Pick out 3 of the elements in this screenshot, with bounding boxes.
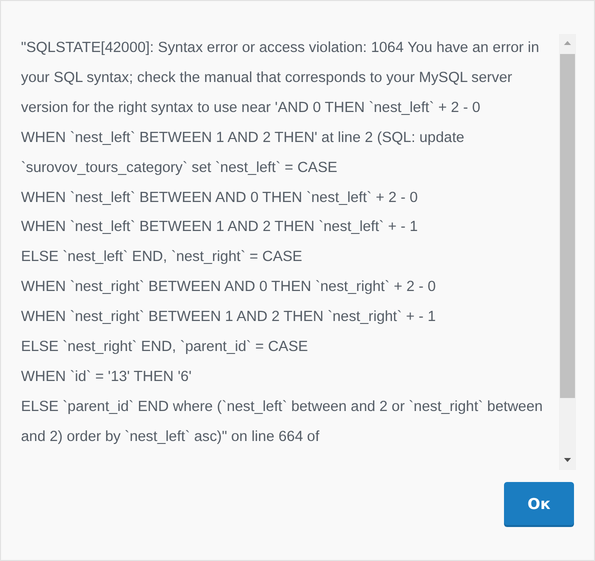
error-message: "SQLSTATE[42000]: Syntax error or access violation: 1064 You have an error in your SQL syntax; check the manual that corresponds to your MySQL server version for the right syntax to use near 'AND 0 THEN `nest_left` + 2 - 0 WHEN `nest_left` BETWEEN 1 AND 2 THEN' at line 2 (SQL: update `surovov_tours_category` set `nest_left` = CASE WHEN `nest_left` BETWEEN AND 0 THEN `nest_left` + 2 - 0 WHEN `nest_left` BETWEEN 1 AND 2 THEN `nest_left` + - 1 ELSE `nest_left` END, `nest_right` = CASE WHEN `nest_right` BETWEEN AND 0 THEN `nest_right` + 2 - 0 WHEN `nest_right` BETWEEN 1 AND 2 THEN `nest_right` + - 1 ELSE `nest_right` END, `parent_id` = CASE WHEN `id` = '13' THEN '6' ELSE `parent_id` END where (`nest_left` between and 2 or `nest_right` between and 2) order by `nest_left` asc)" on line 664 of bbox=[21, 39, 544, 447]
scrollbar[interactable] bbox=[559, 34, 576, 470]
ok-button[interactable]: Ок bbox=[504, 482, 574, 525]
